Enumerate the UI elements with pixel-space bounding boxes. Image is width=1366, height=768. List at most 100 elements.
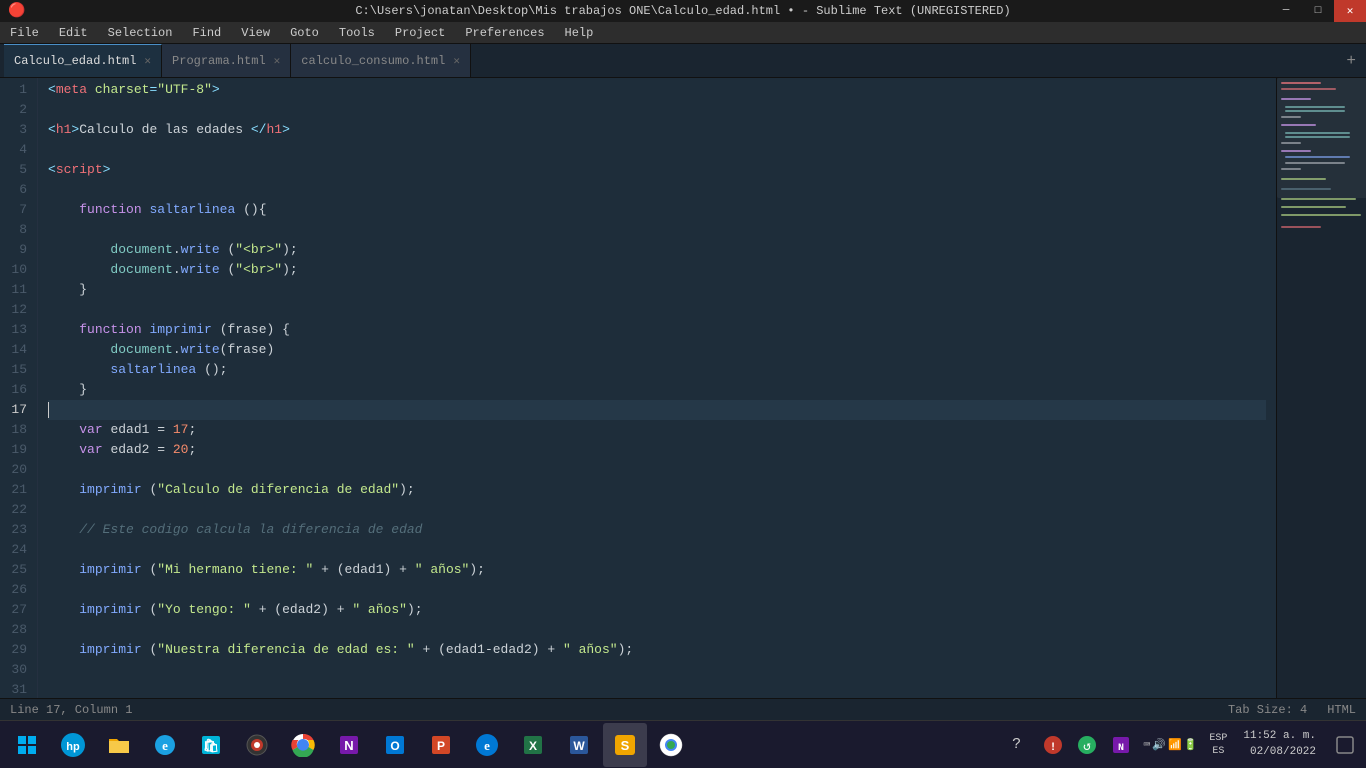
ln-13: 13 <box>8 320 27 340</box>
antivirus-tray[interactable]: ! <box>1039 731 1067 759</box>
code-line-1: <meta charset="UTF-8"> <box>48 80 1266 100</box>
onenote-tray[interactable]: N <box>1107 731 1135 759</box>
hp-button[interactable]: hp <box>51 723 95 767</box>
menu-file[interactable]: File <box>0 24 49 42</box>
ln-6: 6 <box>8 180 27 200</box>
close-button[interactable]: ✕ <box>1334 0 1366 22</box>
sublime-text-button[interactable]: S <box>603 723 647 767</box>
store-button[interactable]: 🛍 <box>189 723 233 767</box>
code-line-10: document.write ("<br>"); <box>48 260 1266 280</box>
ie-button[interactable]: e <box>143 723 187 767</box>
ln-21: 21 <box>8 480 27 500</box>
menu-preferences[interactable]: Preferences <box>455 24 554 42</box>
ln-14: 14 <box>8 340 27 360</box>
chrome-icon <box>291 733 315 757</box>
update-tray[interactable]: ↺ <box>1073 731 1101 759</box>
new-tab-button[interactable]: + <box>1336 44 1366 77</box>
ln-15: 15 <box>8 360 27 380</box>
windows-icon <box>17 735 37 755</box>
word-button[interactable]: W <box>557 723 601 767</box>
ln-4: 4 <box>8 140 27 160</box>
help-tray-button[interactable]: ? <box>1001 729 1033 761</box>
title-bar: 🔴 C:\Users\jonatan\Desktop\Mis trabajos … <box>0 0 1366 22</box>
menu-selection[interactable]: Selection <box>98 24 183 42</box>
powerpoint-button[interactable]: P <box>419 723 463 767</box>
code-line-31 <box>48 680 1266 698</box>
tab-calculo-consumo[interactable]: calculo_consumo.html ✕ <box>291 44 471 77</box>
menu-project[interactable]: Project <box>385 24 455 42</box>
tab-programa[interactable]: Programa.html ✕ <box>162 44 291 77</box>
menu-bar: File Edit Selection Find View Goto Tools… <box>0 22 1366 44</box>
ln-2: 2 <box>8 100 27 120</box>
status-bar: Line 17, Column 1 Tab Size: 4 HTML <box>0 698 1366 720</box>
onenote-button[interactable]: N <box>327 723 371 767</box>
edge-button[interactable]: e <box>465 723 509 767</box>
svg-text:N: N <box>1118 743 1124 754</box>
start-button[interactable] <box>5 723 49 767</box>
ln-28: 28 <box>8 620 27 640</box>
window-controls: ─ □ ✕ <box>1270 0 1366 22</box>
chrome-button[interactable] <box>281 723 325 767</box>
maximize-button[interactable]: □ <box>1302 0 1334 22</box>
ie-icon: e <box>153 733 177 757</box>
onenote-icon: N <box>337 733 361 757</box>
status-position: Line 17, Column 1 <box>10 703 132 717</box>
line-numbers: 1 2 3 4 5 6 7 8 9 10 11 12 13 14 15 16 1… <box>0 78 38 698</box>
code-area[interactable]: <meta charset="UTF-8"> <h1>Calculo de la… <box>38 78 1276 698</box>
menu-tools[interactable]: Tools <box>329 24 385 42</box>
ln-23: 23 <box>8 520 27 540</box>
outlook-button[interactable]: O <box>373 723 417 767</box>
chrome2-icon <box>659 733 683 757</box>
code-line-3: <h1>Calculo de las edades </h1> <box>48 120 1266 140</box>
tab-calculo-edad[interactable]: Calculo_edad.html ✕ <box>4 44 162 77</box>
language-code: ESP <box>1209 732 1227 745</box>
menu-view[interactable]: View <box>231 24 280 42</box>
ln-19: 19 <box>8 440 27 460</box>
svg-text:e: e <box>484 738 490 753</box>
menu-goto[interactable]: Goto <box>280 24 329 42</box>
tab-bar: Calculo_edad.html ✕ Programa.html ✕ calc… <box>0 44 1366 78</box>
antivirus-icon: ! <box>1043 735 1063 755</box>
ln-22: 22 <box>8 500 27 520</box>
clock[interactable]: 11:52 a. m. 02/08/2022 <box>1243 729 1316 760</box>
store-icon: 🛍 <box>199 733 223 757</box>
chrome2-button[interactable] <box>649 723 693 767</box>
svg-text:N: N <box>344 738 353 753</box>
code-line-29: imprimir ("Nuestra diferencia de edad es… <box>48 640 1266 660</box>
code-line-2 <box>48 100 1266 120</box>
minimap-preview <box>1277 78 1366 658</box>
ln-8: 8 <box>8 220 27 240</box>
tray-icon-4: 🔋 <box>1184 738 1198 752</box>
tab-calculo-consumo-close[interactable]: ✕ <box>453 54 460 68</box>
onenote-tray-icon: N <box>1111 735 1131 755</box>
ln-5: 5 <box>8 160 27 180</box>
clock-time: 11:52 a. m. <box>1243 729 1316 744</box>
menu-help[interactable]: Help <box>555 24 604 42</box>
code-line-17 <box>48 400 1266 420</box>
notification-button[interactable] <box>1329 729 1361 761</box>
code-line-18: var edad1 = 17; <box>48 420 1266 440</box>
menu-find[interactable]: Find <box>182 24 231 42</box>
code-line-7: function saltarlinea (){ <box>48 200 1266 220</box>
code-line-13: function imprimir (frase) { <box>48 320 1266 340</box>
file-manager-button[interactable] <box>97 723 141 767</box>
title-bar-text: C:\Users\jonatan\Desktop\Mis trabajos ON… <box>355 4 1010 18</box>
target-button[interactable] <box>235 723 279 767</box>
ln-16: 16 <box>8 380 27 400</box>
ln-24: 24 <box>8 540 27 560</box>
outlook-icon: O <box>383 733 407 757</box>
tab-programa-label: Programa.html <box>172 54 266 68</box>
language-button[interactable]: ESP ES <box>1209 732 1227 758</box>
ln-10: 10 <box>8 260 27 280</box>
tab-programa-close[interactable]: ✕ <box>274 54 281 68</box>
minimize-button[interactable]: ─ <box>1270 0 1302 22</box>
menu-edit[interactable]: Edit <box>49 24 98 42</box>
code-line-6 <box>48 180 1266 200</box>
edge-icon: e <box>475 733 499 757</box>
ln-27: 27 <box>8 600 27 620</box>
excel-button[interactable]: X <box>511 723 555 767</box>
ln-3: 3 <box>8 120 27 140</box>
tab-calculo-edad-close[interactable]: ✕ <box>144 54 151 68</box>
ln-18: 18 <box>8 420 27 440</box>
svg-text:e: e <box>162 738 168 753</box>
